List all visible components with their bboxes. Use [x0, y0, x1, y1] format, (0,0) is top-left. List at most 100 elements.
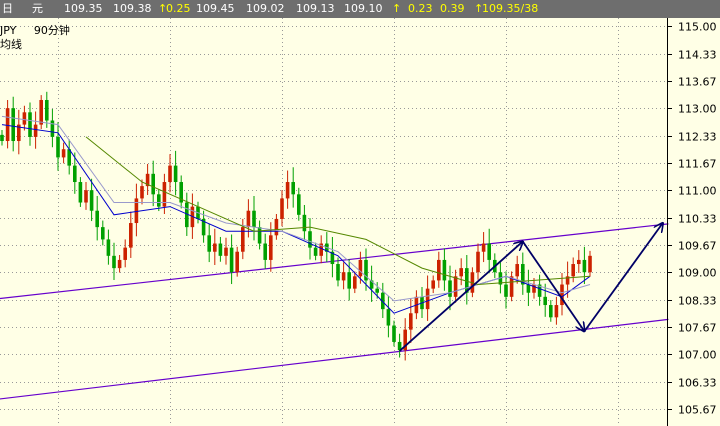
candle-body	[101, 227, 105, 240]
y-tick-label: 107.00	[678, 349, 717, 362]
y-tick-label: 113.00	[678, 103, 717, 116]
candle-body	[437, 259, 441, 281]
candle-body	[453, 276, 458, 297]
candle-body	[218, 243, 223, 256]
candle-body	[78, 182, 83, 203]
candle-body	[11, 108, 15, 142]
candle-body	[431, 280, 435, 289]
candle-body	[425, 288, 430, 310]
candle-body	[341, 272, 346, 281]
candle-body	[123, 247, 127, 260]
price-axis: 115.00 114.33 113.67 113.00 112.33 111.67 111.…	[667, 18, 717, 426]
candle-body	[56, 136, 60, 158]
candle-body	[22, 112, 27, 125]
candle-body	[252, 210, 256, 228]
candle-body	[353, 276, 357, 289]
candle-body	[229, 247, 234, 273]
y-tick-label: 111.00	[678, 185, 717, 198]
candle-body	[285, 182, 290, 199]
low-value: 109.02	[246, 2, 285, 15]
value8: 0.39	[440, 2, 465, 15]
chart-legend: JPY 90分钟 均线	[0, 24, 70, 52]
candle-body	[73, 165, 77, 183]
candle-body	[571, 264, 575, 277]
candle-body	[476, 251, 480, 273]
y-tick-label: 112.33	[678, 131, 717, 144]
candle-body	[117, 259, 122, 269]
channel-line	[0, 318, 669, 400]
candle-body	[409, 313, 413, 330]
value5: 109.13	[296, 2, 335, 15]
symbol-label: JPY	[0, 24, 17, 37]
candle-body	[84, 190, 88, 203]
candle-body	[61, 149, 66, 158]
candle-body	[0, 134, 4, 142]
candle-body	[95, 210, 99, 228]
candle-body	[375, 288, 379, 293]
chart-window: 日 元 109.35 109.38 ↑ 0.25 109.45 109.02 1…	[0, 0, 720, 426]
candle-body	[481, 243, 486, 252]
candle-body	[577, 259, 581, 265]
candle-body	[336, 264, 340, 281]
candle-body	[588, 255, 592, 273]
y-tick-label: 110.33	[678, 213, 717, 226]
candle-body	[543, 296, 547, 306]
candle-body	[313, 247, 318, 256]
candle-body	[442, 259, 447, 281]
indicator-label: 均线	[0, 38, 22, 51]
unit-label: 元	[32, 2, 43, 15]
open-value: 109.35	[64, 2, 103, 15]
y-tick-label: 108.33	[678, 295, 717, 308]
candle-body	[280, 198, 284, 219]
candle-body	[448, 280, 452, 297]
candle-body	[509, 276, 514, 297]
candle-body	[386, 309, 391, 326]
candle-body	[392, 325, 396, 342]
candle-body	[39, 100, 43, 125]
y-tick-label: 115.00	[678, 21, 717, 34]
candles	[0, 91, 592, 361]
candle-body	[504, 284, 508, 297]
candle-body	[112, 255, 116, 269]
last-value: 109.38	[113, 2, 152, 15]
bid-ask-value: 109.35/38	[482, 2, 539, 15]
trend-arrow	[522, 240, 585, 331]
candle-body	[45, 100, 49, 121]
candle-body	[157, 194, 161, 207]
candle-body	[213, 243, 217, 252]
candle-body	[269, 235, 273, 260]
candle-body	[487, 243, 491, 260]
candle-body	[151, 173, 155, 195]
candle-body	[168, 165, 172, 183]
timeframe-label: 90分钟	[33, 24, 70, 37]
candle-body	[582, 259, 587, 273]
candle-body	[302, 214, 307, 232]
candle-body	[515, 264, 519, 277]
candle-body	[549, 305, 553, 318]
candle-body	[274, 218, 279, 236]
candle-body	[224, 247, 228, 256]
period-label: 日	[2, 2, 13, 15]
quote-bar: 日 元 109.35 109.38 ↑ 0.25 109.45 109.02 1…	[0, 0, 720, 18]
trend-arrow	[583, 223, 662, 332]
candle-body	[263, 243, 267, 260]
candle-body	[308, 231, 312, 248]
change-value: 0.25	[166, 2, 191, 15]
y-tick-label: 111.67	[678, 158, 717, 171]
y-tick-label: 106.33	[678, 377, 717, 390]
y-tick-label: 109.67	[678, 240, 717, 253]
y-tick-label: 107.67	[678, 322, 717, 335]
candle-body	[257, 227, 262, 244]
y-tick-label: 113.67	[678, 76, 717, 89]
price-chart: 115.00 114.33 113.67 113.00 112.33 111.67 111.…	[0, 18, 717, 426]
candle-body	[28, 112, 32, 137]
y-tick-label: 109.00	[678, 267, 717, 280]
candle-body	[554, 305, 559, 318]
up-arrow-icon: ↑	[392, 2, 402, 15]
y-tick-label: 114.33	[678, 49, 717, 62]
y-tick-label: 105.67	[678, 404, 717, 417]
candle-body	[347, 272, 351, 289]
candle-body	[459, 268, 463, 277]
candle-body	[33, 124, 38, 137]
candle-body	[207, 235, 211, 252]
